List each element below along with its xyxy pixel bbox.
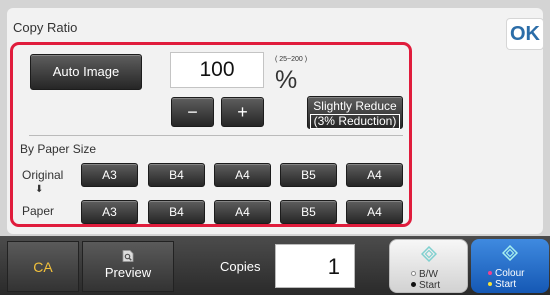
section-divider [29, 135, 403, 136]
ratio-value-field[interactable]: 100 [170, 52, 264, 88]
colour-start-line2: Start [495, 279, 517, 290]
auto-image-button[interactable]: Auto Image [30, 54, 142, 90]
original-size-button[interactable]: A4 [214, 163, 271, 187]
bw-start-button[interactable]: B/W Start [389, 239, 468, 293]
paper-size-button[interactable]: A3 [81, 200, 138, 224]
slightly-reduce-button[interactable]: Slightly Reduce (3% Reduction) [307, 96, 403, 129]
ratio-range-label: ( 25~200 ) [275, 56, 308, 63]
bw-start-line1: B/W [419, 269, 438, 280]
bw-start-icon [421, 246, 437, 262]
original-label: Original [22, 168, 64, 182]
colour-start-button[interactable]: Colour Start [471, 239, 549, 293]
by-paper-size-heading: By Paper Size [20, 142, 97, 156]
copies-input[interactable]: 1 [275, 244, 355, 288]
increase-ratio-button[interactable]: + [221, 97, 264, 127]
ok-button[interactable]: OK [506, 18, 544, 50]
paper-size-button[interactable]: A4 [214, 200, 271, 224]
bw-start-label: B/W Start [411, 269, 440, 291]
decrease-ratio-button[interactable]: − [171, 97, 214, 127]
bw-start-line2: Start [419, 280, 441, 291]
original-size-button[interactable]: A4 [346, 163, 403, 187]
preview-label: Preview [104, 265, 152, 280]
page-title: Copy Ratio [13, 20, 78, 35]
slightly-reduce-label: Slightly Reduce [313, 99, 397, 113]
preview-icon [122, 250, 134, 262]
colour-start-line1: Colour [495, 268, 525, 279]
paper-size-button[interactable]: B4 [148, 200, 205, 224]
paper-size-button[interactable]: A4 [346, 200, 403, 224]
colour-start-icon [502, 245, 518, 261]
percent-unit-label: % [275, 66, 298, 94]
bw-dot-icon [411, 271, 416, 276]
paper-size-button[interactable]: B5 [280, 200, 337, 224]
paper-label: Paper [22, 204, 55, 218]
clear-all-button[interactable]: CA [7, 241, 79, 292]
copies-label: Copies [220, 259, 261, 274]
yellow-dot-icon [488, 282, 492, 286]
original-size-button[interactable]: B4 [148, 163, 205, 187]
original-size-button[interactable]: A3 [81, 163, 138, 187]
original-size-button[interactable]: B5 [280, 163, 337, 187]
preview-button[interactable]: Preview [82, 241, 174, 292]
colour-start-label: Colour Start [488, 268, 524, 290]
slightly-reduce-sublabel: (3% Reduction) [310, 114, 400, 129]
magenta-dot-icon [488, 271, 492, 275]
down-arrow-icon: ⬇ [35, 184, 44, 195]
bw-dot-icon [411, 282, 416, 287]
